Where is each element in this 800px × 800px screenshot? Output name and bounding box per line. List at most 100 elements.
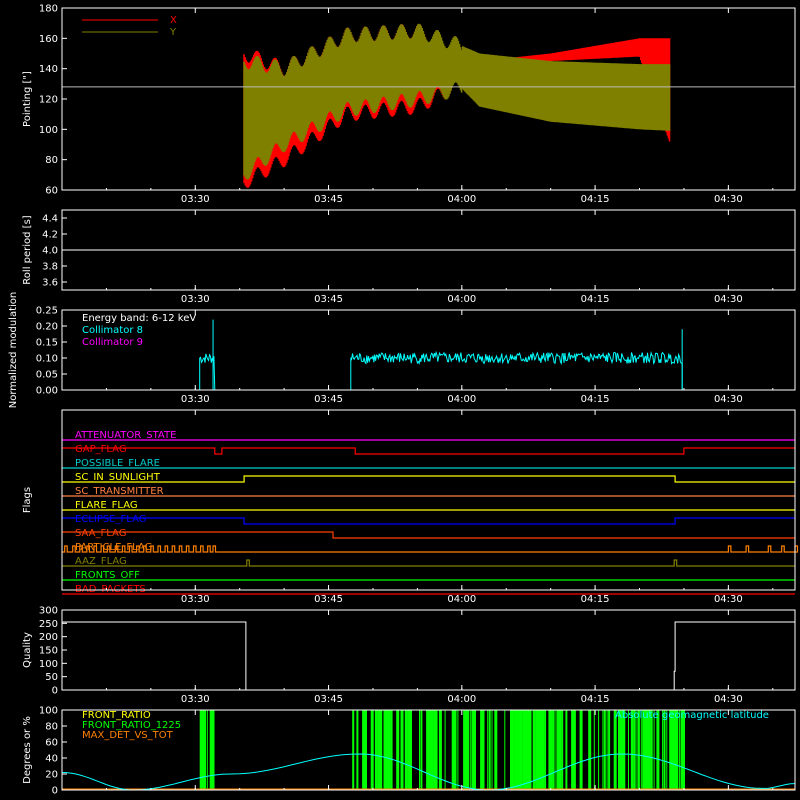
front-ratio-1225-bar: [454, 710, 457, 790]
front-ratio-1225-bar: [453, 710, 455, 790]
front-ratio-1225-bar: [673, 710, 677, 790]
front-ratio-1225-bar: [431, 710, 433, 790]
front-ratio-1225-bar: [653, 710, 655, 790]
pointing-xtick-label: 04:00: [447, 194, 476, 205]
modulation-ytick-label: 0.15: [36, 338, 58, 349]
flags-ylabel: Flags: [22, 487, 33, 513]
modulation-ylabel: Normalized modulation: [8, 292, 19, 409]
flag-label: GAP_FLAG: [75, 444, 127, 455]
front-ratio-1225-bar: [491, 710, 493, 790]
front-ratio-1225-bar: [622, 710, 626, 790]
front-ratio-1225-bar: [558, 710, 562, 790]
flag-label: ATTENUATOR_STATE: [75, 430, 176, 441]
front-ratio-1225-bar: [588, 710, 592, 790]
front-ratio-1225-bar: [363, 710, 365, 790]
roll-ylabel: Roll period [s]: [22, 215, 33, 284]
pointing-xtick-label: 04:15: [581, 194, 610, 205]
roll-xtick-label: 04:15: [581, 294, 610, 305]
front-ratio-1225-bar: [555, 710, 557, 790]
flag-label: AAZ_FLAG: [75, 556, 127, 567]
front-ratio-1225-bar: [457, 710, 459, 790]
front-ratio-1225-bar: [666, 710, 668, 790]
roll-xtick-label: 03:30: [181, 294, 210, 305]
roll-xtick-label: 04:00: [447, 294, 476, 305]
flag-label: PARTICLE_FLAG: [75, 542, 152, 553]
roll-ytick-label: 4.2: [42, 230, 58, 241]
front-ratio-1225-bar: [504, 710, 506, 790]
modulation-xtick-label: 04:15: [581, 394, 610, 405]
pointing-xtick-label: 04:30: [714, 194, 743, 205]
front-ratio-1225-bar: [603, 710, 606, 790]
modulation-annotation: Energy band: 6-12 keV: [82, 313, 196, 324]
front-ratio-1225-bar: [525, 710, 527, 790]
flag-label: FLARE_FLAG: [75, 500, 138, 511]
front-ratio-1225-bar: [602, 710, 604, 790]
front-ratio-1225-bar: [409, 710, 412, 790]
flags-xtick-label: 03:45: [314, 594, 343, 605]
misc-ylabel: Degrees or %: [22, 716, 33, 784]
misc-legend-label: MAX_DET_VS_TOT: [82, 730, 174, 741]
roll-ytick-label: 3.6: [42, 278, 58, 289]
pointing-ytick-label: 140: [39, 64, 58, 75]
front-ratio-1225-bar: [487, 710, 489, 790]
pointing-ylabel: Pointing ["]: [22, 71, 33, 127]
front-ratio-1225-bar: [427, 710, 429, 790]
front-ratio-1225-bar: [633, 710, 636, 790]
quality-ytick-label: 250: [39, 619, 58, 630]
front-ratio-1225-bar: [365, 710, 367, 790]
quality-ytick-label: 200: [39, 632, 58, 643]
modulation-ytick-label: 0.20: [36, 322, 58, 333]
front-ratio-1225-bar: [598, 710, 600, 790]
front-ratio-1225-bar: [470, 710, 472, 790]
front-ratio-1225-bar: [640, 710, 642, 790]
front-ratio-1225-bar: [201, 710, 205, 790]
front-ratio-1225-bar: [663, 710, 666, 790]
front-ratio-1225-bar: [676, 710, 679, 790]
front-ratio-1225-bar: [464, 710, 468, 790]
front-ratio-1225-bar: [657, 710, 659, 790]
front-ratio-1225-bar: [488, 710, 491, 790]
quality-xtick-label: 04:00: [447, 694, 476, 705]
front-ratio-1225-bar: [211, 710, 213, 790]
modulation-xtick-label: 04:00: [447, 394, 476, 405]
misc-ytick-label: 100: [39, 706, 58, 717]
front-ratio-1225-bar: [552, 710, 555, 790]
rhessi-quicklook-chart: 60 80 100 120 140 160 180 XY 03:30 03:45 04:00 04:1…: [0, 0, 800, 800]
quality-ytick-label: 150: [39, 646, 58, 657]
quality-ytick-label: 0: [52, 686, 58, 697]
front-ratio-1225-bar: [356, 710, 359, 790]
quality-xtick-label: 04:30: [714, 694, 743, 705]
front-ratio-1225-bar: [538, 710, 540, 790]
front-ratio-1225-bar: [571, 710, 575, 790]
quality-xtick-label: 03:45: [314, 694, 343, 705]
front-ratio-1225-bar: [593, 710, 595, 790]
quality-ytick-label: 300: [39, 606, 58, 617]
front-ratio-1225-bar: [352, 710, 355, 790]
flags-xtick-label: 04:30: [714, 594, 743, 605]
pointing-ytick-label: 100: [39, 125, 58, 136]
quality-ytick-label: 100: [39, 659, 58, 670]
front-ratio-1225-bar: [400, 710, 404, 790]
front-ratio-1225-bar: [628, 710, 629, 790]
misc-ytick-label: 60: [45, 738, 58, 749]
front-ratio-1225-bar: [670, 710, 672, 790]
modulation-ytick-label: 0.00: [36, 386, 58, 397]
front-ratio-1225-bar: [419, 710, 420, 790]
roll-xtick-label: 04:30: [714, 294, 743, 305]
flags-xtick-label: 03:30: [181, 594, 210, 605]
modulation-ytick-label: 0.10: [36, 354, 58, 365]
roll-ytick-label: 4.0: [42, 246, 58, 257]
front-ratio-1225-bar: [397, 710, 399, 790]
front-ratio-1225-bar: [615, 710, 617, 790]
front-ratio-1225-bar: [374, 710, 378, 790]
front-ratio-1225-bar: [645, 710, 646, 790]
front-ratio-1225-bar: [404, 710, 408, 790]
front-ratio-1225-bar: [649, 710, 651, 790]
front-ratio-1225-bar: [212, 710, 215, 790]
front-ratio-1225-bar: [632, 710, 634, 790]
front-ratio-1225-bar: [444, 710, 446, 790]
front-ratio-1225-bar: [380, 710, 382, 790]
front-ratio-1225-bar: [420, 710, 423, 790]
front-ratio-1225-bar: [618, 710, 621, 790]
modulation-ytick-label: 0.05: [36, 370, 58, 381]
